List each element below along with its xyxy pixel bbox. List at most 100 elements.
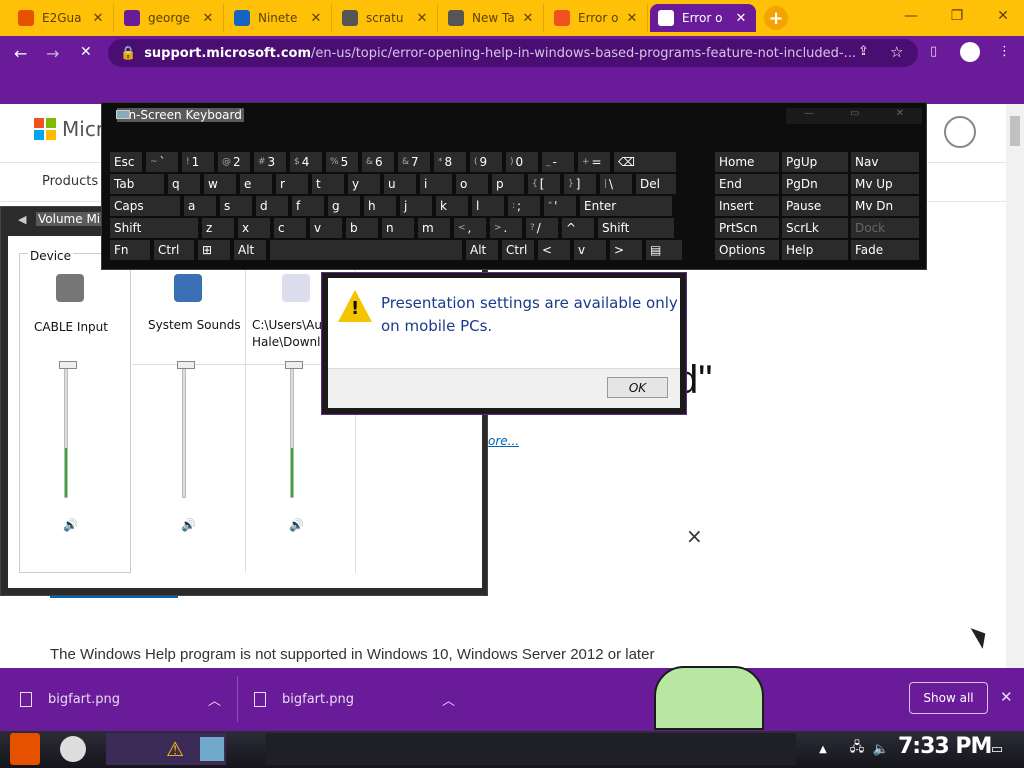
osk-key[interactable]: PgUp [782,152,848,172]
volume-slider[interactable] [182,368,186,498]
close-window-button[interactable]: ✕ [980,4,1024,28]
osk-key[interactable]: Alt [234,240,266,260]
address-bar[interactable]: 🔒 support.microsoft.com/en-us/topic/erro… [108,39,918,67]
page-scrollbar[interactable] [1006,104,1024,668]
tray-chevron-icon[interactable]: ▲ [808,733,838,765]
osk-key[interactable]: (9 [470,152,502,172]
osk-window-controls[interactable]: — ▭ ✕ [786,108,922,124]
osk-key[interactable]: w [204,174,236,194]
osk-key[interactable]: Fade [851,240,919,260]
osk-key[interactable]: | \ [600,174,632,194]
ok-button[interactable]: OK [607,377,668,398]
osk-key[interactable]: End [715,174,779,194]
speaker-icon[interactable]: 🔊 [63,518,78,532]
osk-key[interactable]: o [456,174,488,194]
osk-key[interactable]: j [400,196,432,216]
new-tab-button[interactable]: + [764,6,788,30]
osk-key[interactable]: q [168,174,200,194]
osk-key[interactable]: ~ ` [146,152,178,172]
osk-key[interactable]: Enter [580,196,672,216]
taskbar-running-app[interactable] [266,733,796,765]
slider-thumb[interactable] [177,361,195,369]
close-tab-icon[interactable]: ✕ [734,11,748,26]
osk-key[interactable]: h [364,196,396,216]
osk-key[interactable]: r [276,174,308,194]
osk-key[interactable]: Options [715,240,779,260]
download-item[interactable]: bigfart.png ︿ [254,684,464,714]
osk-key[interactable]: Shift [110,218,198,238]
browser-tab[interactable]: Ninete ✕ [226,4,332,32]
osk-key[interactable]: f [292,196,324,216]
osk-key[interactable]: Nav [851,152,919,172]
osk-key[interactable]: m [418,218,450,238]
volume-slider[interactable] [64,368,68,498]
osk-key[interactable]: & 6 [362,152,394,172]
osk-key[interactable]: a [184,196,216,216]
osk-key[interactable]: >. [490,218,522,238]
profile-icon[interactable] [960,42,980,62]
osk-key[interactable]: i [420,174,452,194]
osk-key[interactable]: " ' [544,196,576,216]
osk-key[interactable]: t [312,174,344,194]
browser-tab[interactable]: Error o ✕ [650,4,756,32]
osk-key[interactable]: Shift [598,218,674,238]
osk-key[interactable]: Esc [110,152,142,172]
osk-key[interactable]: ) 0 [506,152,538,172]
osk-key[interactable]: z [202,218,234,238]
close-tab-icon[interactable]: ✕ [521,11,535,26]
osk-key[interactable]: v [574,240,606,260]
forward-icon[interactable]: → [46,44,59,63]
osk-key[interactable]: * 8 [434,152,466,172]
osk-key[interactable]: + = [578,152,610,172]
osk-key[interactable]: ^ [562,218,594,238]
close-tab-icon[interactable]: ✕ [309,11,323,26]
osk-key[interactable]: b [346,218,378,238]
osk-key[interactable]: d [256,196,288,216]
account-icon[interactable] [944,116,976,148]
chevron-up-icon[interactable]: ︿ [442,690,455,709]
side-panel-icon[interactable]: ▯ [930,44,937,59]
osk-key[interactable]: y [348,174,380,194]
chevron-up-icon[interactable]: ︿ [208,690,221,709]
osk-key[interactable]: Mv Dn [851,196,919,216]
close-tab-icon[interactable]: ✕ [201,11,215,26]
close-icon[interactable]: × [686,524,703,548]
stop-icon[interactable]: ✕ [80,44,92,60]
osk-key[interactable]: Insert [715,196,779,216]
close-tab-icon[interactable]: ✕ [625,11,639,26]
microsoft-logo-icon[interactable] [34,118,56,140]
close-tab-icon[interactable]: ✕ [415,11,429,26]
warning-task-icon[interactable]: ⚠ [160,733,190,765]
minimize-button[interactable]: — [888,4,934,28]
osk-key[interactable]: l [472,196,504,216]
osk-key[interactable]: @2 [218,152,250,172]
menu-icon[interactable]: ⋮ [998,44,1011,59]
osk-key[interactable]: g [328,196,360,216]
close-tab-icon[interactable]: ✕ [91,11,105,26]
osk-key[interactable]: ! 1 [182,152,214,172]
start-button[interactable] [10,733,40,765]
osk-key[interactable]: Del [636,174,676,194]
share-icon[interactable]: ⇪ [858,44,869,59]
browser-tab[interactable]: george ✕ [116,4,224,32]
osk-key[interactable]: Mv Up [851,174,919,194]
browser-tab[interactable]: E2Gua ✕ [10,4,114,32]
taskbar-clock[interactable]: 7:33 PM [898,734,992,759]
maximize-button[interactable]: ❐ [934,4,980,28]
browser-tab[interactable]: Error o ✕ [546,4,648,32]
osk-key[interactable]: > [610,240,642,260]
osk-key[interactable]: Dock [851,218,919,238]
osk-key[interactable]: Home [715,152,779,172]
osk-key[interactable]: ⌫ [614,152,676,172]
browser-tab[interactable]: New Ta ✕ [440,4,544,32]
osk-key[interactable]: :; [508,196,540,216]
browser-tab[interactable]: scratu ✕ [334,4,438,32]
osk-key[interactable]: ▤ [646,240,682,260]
notification-icon[interactable]: ▭ [982,733,1012,765]
osk-key[interactable]: n [382,218,414,238]
osk-key[interactable]: & 7 [398,152,430,172]
slider-thumb[interactable] [59,361,77,369]
osk-key[interactable]: Ctrl [502,240,534,260]
osk-key[interactable]: Pause [782,196,848,216]
osk-key[interactable]: ⊞ [198,240,230,260]
